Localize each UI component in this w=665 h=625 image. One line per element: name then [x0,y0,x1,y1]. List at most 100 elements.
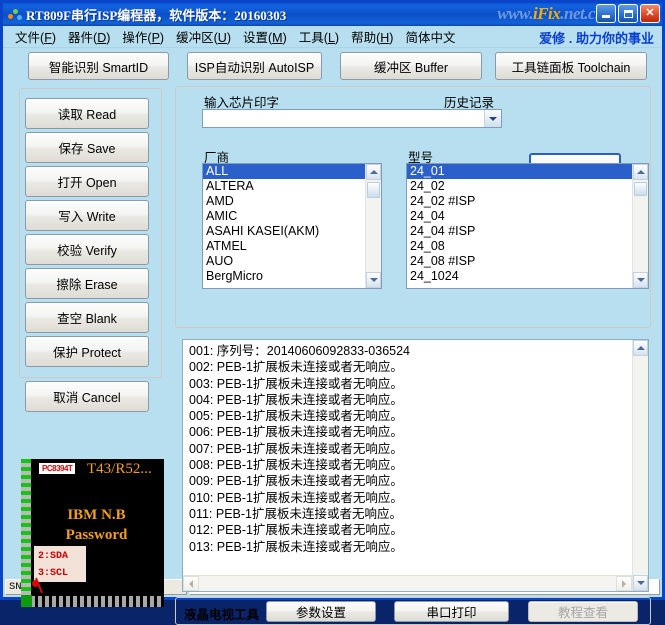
menu-accel: L [327,31,335,45]
log-inner: 001: 序列号：20140606092833-036524 002: PEB-… [183,340,632,591]
slogan-text: 爱修 . 助力你的事业 [539,31,654,46]
list-item[interactable]: 24_04 #ISP [407,224,632,239]
maximize-button[interactable] [618,4,638,23]
log-line: 005: PEB-1扩展板未连接或者无响应。 [189,409,403,424]
log-lines: 001: 序列号：20140606092833-036524 002: PEB-… [183,340,632,575]
title-bar: RT809F串行ISP编程器，软件版本：20160303 www.iFix.ne… [3,3,662,26]
verify-button[interactable]: 校验 Verify [25,234,149,265]
chip-bottom-pins-icon [31,596,164,607]
menu-item-settings[interactable]: 设置(M) [237,26,293,47]
menu-item-file[interactable]: 文件(F) [9,26,62,47]
history-dropdown-button[interactable] [484,110,501,127]
log-vertical-scrollbar[interactable] [632,340,648,591]
chevron-down-icon [636,581,645,585]
vendor-listbox[interactable]: ALL ALTERA AMD AMIC ASAHI KASEI(AKM) ATM… [202,163,382,289]
list-item[interactable]: ALL [203,164,365,179]
watermark-brand: iFix [532,4,561,23]
open-button[interactable]: 打开 Open [25,166,149,197]
model-listbox[interactable]: 24_01 24_02 24_02 #ISP 24_04 24_04 #ISP … [406,163,649,289]
list-item[interactable]: ALTERA [203,179,365,194]
list-item[interactable]: 24_08 [407,239,632,254]
menu-item-help[interactable]: 帮助(H) [345,26,399,47]
log-line: 003: PEB-1扩展板未连接或者无响应。 [189,376,403,391]
menu-label: 文件 [15,31,41,45]
list-item[interactable]: 24_04 [407,209,632,224]
chip-preview-image: PC8394T T43/R52... IBM N.B Password 2:SD… [21,459,164,607]
list-item[interactable]: AMD [203,194,365,209]
chevron-down-icon [636,278,645,282]
list-item[interactable]: ASAHI KASEI(AKM) [203,224,365,239]
scroll-left-button[interactable] [183,576,199,591]
scroll-right-button[interactable] [616,576,632,591]
menu-accel: P [151,31,160,45]
menu-accel: H [380,31,390,45]
maximize-icon [623,9,633,18]
chevron-down-icon [369,278,378,282]
model-scrollbar[interactable] [632,164,648,288]
close-button[interactable]: ✕ [640,4,660,23]
scroll-up-button[interactable] [633,340,648,356]
watermark-prefix: www. [497,4,533,23]
scroll-up-button[interactable] [633,164,648,180]
scroll-down-button[interactable] [366,272,381,288]
serial-print-button[interactable]: 串口打印 [394,601,509,622]
vendor-scrollbar[interactable] [365,164,381,288]
chip-marking-combobox[interactable] [202,109,502,128]
app-window: RT809F串行ISP编程器，软件版本：20160303 www.iFix.ne… [0,0,665,625]
menu-item-device[interactable]: 器件(D) [62,26,116,47]
list-item[interactable]: 24_08 #ISP [407,254,632,269]
autoisp-button[interactable]: ISP自动识别 AutoISP [187,52,322,80]
log-line: 012: PEB-1扩展板未连接或者无响应。 [189,523,403,538]
smartid-button[interactable]: 智能识别 SmartID [28,52,169,80]
blank-button[interactable]: 查空 Blank [25,302,149,333]
list-item[interactable]: AMIC [203,209,365,224]
log-output-panel[interactable]: 001: 序列号：20140606092833-036524 002: PEB-… [182,339,649,592]
tutorial-view-button[interactable]: 教程查看 [528,601,638,622]
protect-button[interactable]: 保护 Protect [25,336,149,367]
list-item[interactable]: AUO [203,254,365,269]
top-toolbar: 智能识别 SmartID ISP自动识别 AutoISP 缓冲区 Buffer … [3,52,662,82]
buffer-button[interactable]: 缓冲区 Buffer [340,52,482,80]
log-horizontal-scrollbar[interactable] [183,575,632,591]
cancel-button[interactable]: 取消 Cancel [25,381,149,412]
list-item[interactable]: 24_1024 [407,269,632,284]
chip-password-text: Password [65,527,128,543]
list-item[interactable]: 24_01 [407,164,632,179]
scroll-up-button[interactable] [366,164,381,180]
menu-item-language[interactable]: 简体中文 [399,26,461,47]
menu-label: 操作 [122,31,148,45]
menu-accel: D [97,31,107,45]
log-line: 010: PEB-1扩展板未连接或者无响应。 [189,490,403,505]
menu-item-tools[interactable]: 工具(L) [293,26,345,47]
menu-item-operation[interactable]: 操作(P) [116,26,170,47]
save-button[interactable]: 保存 Save [25,132,149,163]
scroll-down-button[interactable] [633,575,648,591]
log-line: 004: PEB-1扩展板未连接或者无响应。 [189,392,403,407]
minimize-icon [602,15,610,18]
parameter-settings-button[interactable]: 参数设置 [266,601,376,622]
erase-button[interactable]: 擦除 Erase [25,268,149,299]
chevron-right-icon [622,579,626,588]
chip-corner-marker-icon [21,595,32,607]
scroll-thumb[interactable] [634,182,647,196]
menu-label: 工具 [298,31,324,45]
list-item[interactable]: 24_02 [407,179,632,194]
menu-label: 帮助 [351,31,377,45]
toolchain-button[interactable]: 工具链面板 Toolchain [495,52,647,80]
menu-accel: U [217,31,227,45]
menu-item-buffer[interactable]: 缓冲区(U) [170,26,237,47]
log-line: 009: PEB-1扩展板未连接或者无响应。 [189,474,403,489]
vendor-list-items: ALL ALTERA AMD AMIC ASAHI KASEI(AKM) ATM… [203,164,365,288]
list-item[interactable]: BergMicro [203,269,365,284]
chip-pin1-dot-icon [32,580,39,587]
list-item[interactable]: ATMEL [203,239,365,254]
list-item[interactable]: 24_02 #ISP [407,194,632,209]
scroll-thumb[interactable] [367,182,380,198]
scroll-down-button[interactable] [633,272,648,288]
chevron-left-icon [189,579,193,588]
menu-label: 缓冲区 [176,31,214,45]
minimize-button[interactable] [596,4,616,23]
write-button[interactable]: 写入 Write [25,200,149,231]
log-line: 006: PEB-1扩展板未连接或者无响应。 [189,425,403,440]
read-button[interactable]: 读取 Read [25,98,149,129]
